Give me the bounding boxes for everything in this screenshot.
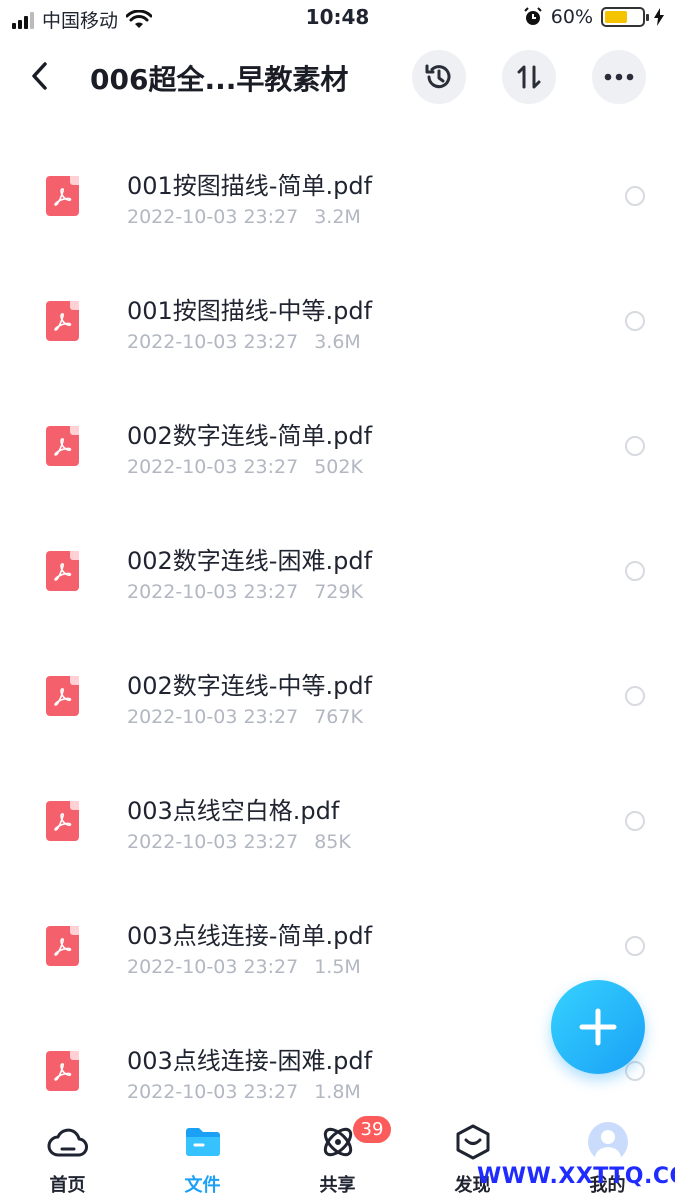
status-bar: 中国移动 10:48 60%: [0, 0, 675, 38]
file-date: 2022-10-03 23:27: [127, 206, 299, 228]
pdf-file-icon: [46, 801, 79, 841]
charging-icon: [654, 8, 664, 26]
watermark: WWW.XXTTQ.COM: [477, 1164, 675, 1189]
battery-level: [605, 11, 627, 23]
select-checkbox[interactable]: [625, 311, 645, 331]
file-row[interactable]: 001按图描线-简单.pdf 2022-10-03 23:27 3.2M: [0, 133, 675, 258]
alarm-icon: [524, 7, 542, 25]
file-name: 002数字连线-困难.pdf: [127, 547, 373, 575]
file-size: 3.6M: [314, 331, 361, 353]
tab-files[interactable]: 文件: [135, 1108, 270, 1200]
file-name: 001按图描线-简单.pdf: [127, 172, 373, 200]
tab-label: 共享: [319, 1175, 356, 1196]
file-meta: 2022-10-03 23:27 1.5M: [127, 956, 361, 978]
select-checkbox[interactable]: [625, 436, 645, 456]
file-row[interactable]: 003点线空白格.pdf 2022-10-03 23:27 85K: [0, 758, 675, 883]
tab-home[interactable]: 首页: [0, 1108, 135, 1200]
file-meta: 2022-10-03 23:27 767K: [127, 706, 363, 728]
file-date: 2022-10-03 23:27: [127, 456, 299, 478]
select-checkbox[interactable]: [625, 186, 645, 206]
file-size: 767K: [314, 706, 363, 728]
history-icon: [425, 64, 451, 89]
file-name: 002数字连线-中等.pdf: [127, 672, 373, 700]
file-size: 1.5M: [314, 956, 361, 978]
file-meta: 2022-10-03 23:27 1.8M: [127, 1081, 361, 1103]
battery-icon: [601, 7, 649, 27]
file-name: 002数字连线-简单.pdf: [127, 422, 373, 450]
file-date: 2022-10-03 23:27: [127, 581, 299, 603]
file-name: 003点线空白格.pdf: [127, 797, 340, 825]
sort-icon: [517, 65, 541, 89]
tab-share[interactable]: 39 共享: [270, 1108, 405, 1200]
file-size: 1.8M: [314, 1081, 361, 1103]
page-title: 006超全...早教素材: [90, 63, 349, 96]
pdf-file-icon: [46, 301, 79, 341]
file-date: 2022-10-03 23:27: [127, 1081, 299, 1103]
file-date: 2022-10-03 23:27: [127, 956, 299, 978]
notification-badge: 39: [353, 1116, 391, 1143]
file-size: 3.2M: [314, 206, 361, 228]
file-row[interactable]: 001按图描线-中等.pdf 2022-10-03 23:27 3.6M: [0, 258, 675, 383]
file-name: 003点线连接-困难.pdf: [127, 1047, 373, 1075]
file-name: 001按图描线-中等.pdf: [127, 297, 373, 325]
file-row[interactable]: 002数字连线-简单.pdf 2022-10-03 23:27 502K: [0, 383, 675, 508]
file-size: 729K: [314, 581, 363, 603]
back-icon: [32, 62, 47, 90]
file-row[interactable]: 002数字连线-中等.pdf 2022-10-03 23:27 767K: [0, 633, 675, 758]
pdf-file-icon: [46, 551, 79, 591]
header: 006超全...早教素材: [0, 46, 675, 106]
avatar-icon: [587, 1122, 628, 1162]
select-checkbox[interactable]: [625, 811, 645, 831]
file-name: 003点线连接-简单.pdf: [127, 922, 373, 950]
cloud-icon: [46, 1120, 90, 1164]
plus-icon: [579, 1008, 617, 1046]
file-size: 502K: [314, 456, 363, 478]
pdf-file-icon: [46, 926, 79, 966]
more-icon: [604, 73, 634, 81]
file-meta: 2022-10-03 23:27 85K: [127, 831, 351, 853]
pdf-file-icon: [46, 426, 79, 466]
sort-button[interactable]: [502, 50, 556, 104]
back-button[interactable]: [20, 54, 60, 98]
file-meta: 2022-10-03 23:27 3.6M: [127, 331, 361, 353]
tab-label: 首页: [49, 1175, 86, 1196]
file-list: 001按图描线-简单.pdf 2022-10-03 23:27 3.2M 001按图描…: [0, 133, 675, 1133]
select-checkbox[interactable]: [625, 561, 645, 581]
file-date: 2022-10-03 23:27: [127, 831, 299, 853]
select-checkbox[interactable]: [625, 1061, 645, 1081]
discover-icon: [451, 1120, 495, 1164]
select-checkbox[interactable]: [625, 686, 645, 706]
tab-label: 文件: [184, 1175, 221, 1196]
battery-percent: 60%: [550, 6, 593, 28]
file-meta: 2022-10-03 23:27 729K: [127, 581, 363, 603]
pdf-file-icon: [46, 676, 79, 716]
file-size: 85K: [314, 831, 351, 853]
folder-icon: [181, 1120, 225, 1164]
more-button[interactable]: [592, 50, 646, 104]
pdf-file-icon: [46, 1051, 79, 1091]
file-meta: 2022-10-03 23:27 502K: [127, 456, 363, 478]
pdf-file-icon: [46, 176, 79, 216]
screen: 中国移动 10:48 60% 006超全...早教素材 001按图描线-简单.p…: [0, 0, 675, 1200]
file-date: 2022-10-03 23:27: [127, 331, 299, 353]
file-date: 2022-10-03 23:27: [127, 706, 299, 728]
history-button[interactable]: [412, 50, 466, 104]
select-checkbox[interactable]: [625, 936, 645, 956]
file-row[interactable]: 002数字连线-困难.pdf 2022-10-03 23:27 729K: [0, 508, 675, 633]
add-button[interactable]: [551, 980, 645, 1074]
file-meta: 2022-10-03 23:27 3.2M: [127, 206, 361, 228]
